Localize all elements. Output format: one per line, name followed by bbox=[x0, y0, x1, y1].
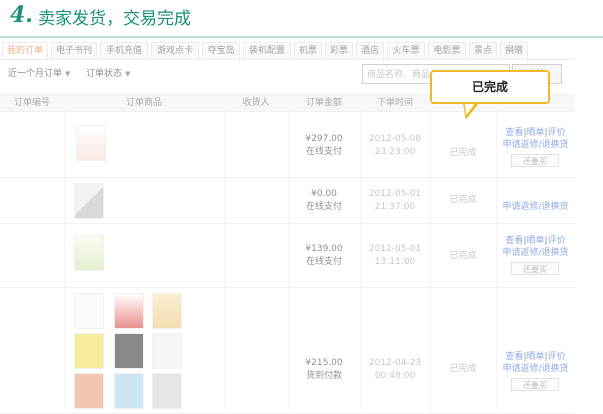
time-range-label: 近一个月订单 bbox=[8, 69, 63, 79]
tab-movie-tickets[interactable]: 电影票 bbox=[428, 42, 466, 59]
order-date: 2012-05-08 bbox=[368, 134, 422, 144]
order-time: 13:11:00 bbox=[374, 257, 416, 267]
return-link[interactable]: 申请返修/退换货 bbox=[496, 139, 575, 152]
order-status: 已完成 bbox=[449, 195, 477, 205]
chevron-down-icon: ▼ bbox=[65, 70, 71, 78]
chevron-down-icon: ▼ bbox=[125, 70, 131, 78]
col-recipient: 收货人 bbox=[242, 98, 270, 108]
order-status: 已完成 bbox=[449, 364, 477, 374]
product-thumbnail[interactable] bbox=[152, 373, 182, 409]
product-thumbnail[interactable] bbox=[74, 373, 104, 409]
product-thumbnail[interactable] bbox=[114, 373, 144, 409]
status-callout: 已完成 bbox=[430, 70, 550, 104]
tab-mobile-recharge[interactable]: 手机充值 bbox=[100, 42, 148, 59]
order-status: 已完成 bbox=[449, 148, 477, 158]
order-status-select[interactable]: 订单状态 ▼ bbox=[86, 67, 130, 81]
product-thumbnail[interactable] bbox=[74, 293, 104, 329]
product-thumbnail[interactable] bbox=[114, 333, 144, 369]
step-header: 4. 卖家发货，交易完成 bbox=[0, 0, 603, 38]
payment-method: 在线支付 bbox=[305, 147, 342, 157]
order-status-label: 订单状态 bbox=[86, 69, 123, 79]
view-link[interactable]: 查看 bbox=[505, 236, 523, 246]
product-thumbnail[interactable] bbox=[152, 333, 182, 369]
tab-pc-config[interactable]: 装机配置 bbox=[243, 42, 291, 59]
col-order-number: 订单编号 bbox=[13, 98, 50, 108]
col-amount: 订单金额 bbox=[305, 98, 342, 108]
order-amount: ¥215.00 bbox=[305, 358, 343, 368]
order-amount: ¥0.00 bbox=[311, 189, 337, 199]
time-range-select[interactable]: 近一个月订单 ▼ bbox=[8, 67, 70, 81]
tab-donations[interactable]: 捐赠 bbox=[500, 42, 528, 59]
view-link[interactable]: 查看 bbox=[505, 128, 523, 138]
return-link[interactable]: 申请返修/退换货 bbox=[496, 363, 575, 376]
tab-ebooks[interactable]: 电子书刊 bbox=[51, 42, 97, 59]
rebuy-button[interactable]: 还要买 bbox=[511, 378, 559, 391]
product-thumbnail[interactable] bbox=[74, 235, 104, 271]
order-date: 2012-05-01 bbox=[368, 244, 422, 254]
table-row: ¥297.00 在线支付 2012-05-08 23:23:00 已完成 查看|… bbox=[0, 111, 575, 178]
order-amount: ¥297.00 bbox=[305, 134, 343, 144]
payment-method: 在线支付 bbox=[305, 202, 342, 212]
order-time: 23:23:00 bbox=[374, 147, 416, 157]
review-link[interactable]: 评价 bbox=[548, 128, 566, 138]
tab-my-orders[interactable]: 我的订单 bbox=[2, 42, 48, 59]
product-thumbnail[interactable] bbox=[76, 125, 106, 161]
product-thumbnail[interactable] bbox=[74, 183, 104, 219]
tab-lottery[interactable]: 彩票 bbox=[325, 42, 353, 59]
order-time: 00:48:00 bbox=[374, 371, 416, 381]
share-link[interactable]: 晒单 bbox=[526, 236, 544, 246]
review-link[interactable]: 评价 bbox=[548, 236, 566, 246]
step-title: 卖家发货，交易完成 bbox=[38, 9, 191, 29]
tab-hotels[interactable]: 酒店 bbox=[356, 42, 384, 59]
product-thumbnail[interactable] bbox=[152, 293, 182, 329]
category-tabs: 我的订单 电子书刊 手机充值 游戏点卡 夺宝岛 装机配置 机票 彩票 酒店 火车… bbox=[0, 40, 575, 60]
tab-attractions[interactable]: 景点 bbox=[469, 42, 497, 59]
product-thumbnail[interactable] bbox=[74, 333, 104, 369]
review-link[interactable]: 评价 bbox=[548, 352, 566, 362]
payment-method: 在线支付 bbox=[305, 257, 342, 267]
tab-treasure-island[interactable]: 夺宝岛 bbox=[202, 42, 240, 59]
product-thumbnail[interactable] bbox=[114, 293, 144, 329]
order-date: 2012-04-23 bbox=[368, 358, 422, 368]
col-order-items: 订单商品 bbox=[125, 98, 162, 108]
order-date: 2012-05-01 bbox=[368, 189, 422, 199]
tab-flights[interactable]: 机票 bbox=[294, 42, 322, 59]
rebuy-button[interactable]: 还要买 bbox=[511, 154, 559, 167]
order-status: 已完成 bbox=[449, 251, 477, 261]
return-link[interactable]: 申请返修/退换货 bbox=[496, 247, 575, 260]
return-link[interactable]: 申请返修/退换货 bbox=[496, 201, 575, 214]
share-link[interactable]: 晒单 bbox=[526, 128, 544, 138]
col-order-time: 下单时间 bbox=[376, 98, 413, 108]
rebuy-button[interactable]: 还要买 bbox=[511, 262, 559, 275]
table-row: ¥139.00 在线支付 2012-05-01 13:11:00 已完成 查看|… bbox=[0, 223, 575, 288]
share-link[interactable]: 晒单 bbox=[526, 352, 544, 362]
table-row: ¥215.00 货到付款 2012-04-23 00:48:00 已完成 查看|… bbox=[0, 287, 575, 414]
tab-game-cards[interactable]: 游戏点卡 bbox=[151, 42, 199, 59]
table-row: ¥0.00 在线支付 2012-05-01 21:37:00 已完成 申请返修/… bbox=[0, 177, 575, 224]
payment-method: 货到付款 bbox=[305, 371, 342, 381]
order-amount: ¥139.00 bbox=[305, 244, 343, 254]
order-time: 21:37:00 bbox=[374, 202, 416, 212]
tab-train-tickets[interactable]: 火车票 bbox=[387, 42, 425, 59]
view-link[interactable]: 查看 bbox=[505, 352, 523, 362]
step-number: 4. bbox=[10, 2, 33, 28]
